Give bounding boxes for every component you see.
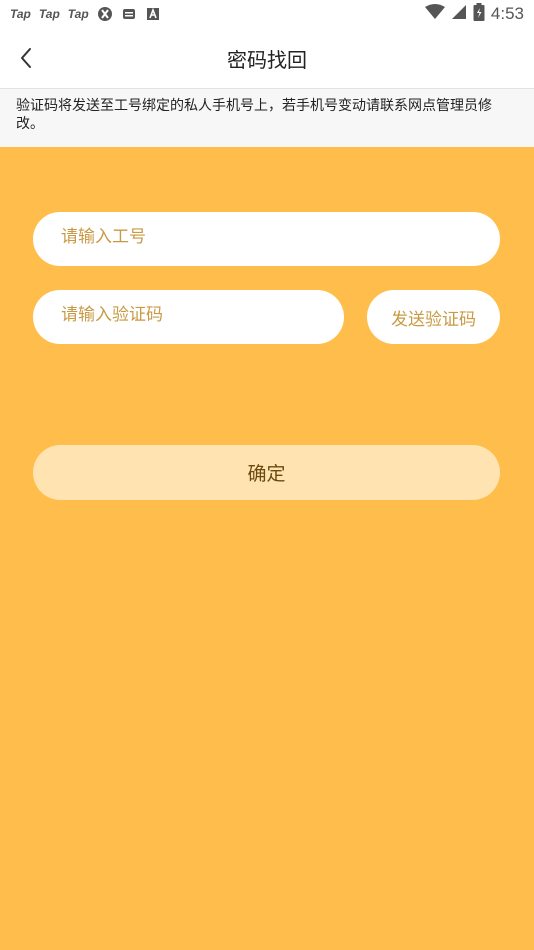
back-button[interactable] <box>12 42 40 74</box>
send-code-button[interactable]: 发送验证码 <box>367 290 500 344</box>
workid-input[interactable] <box>33 212 500 266</box>
status-right: 4:53 <box>424 3 524 25</box>
clock: 4:53 <box>490 4 524 23</box>
tap-app-icon: Tap <box>10 7 31 21</box>
mail-icon <box>121 6 137 22</box>
wifi-icon <box>424 4 445 24</box>
tap-app-icon: Tap <box>38 7 60 21</box>
battery-icon <box>473 3 485 25</box>
tap-app-icon: Tap <box>67 7 89 21</box>
confirm-button[interactable]: 确定 <box>33 445 500 500</box>
app-icon <box>97 6 113 22</box>
page-title: 密码找回 <box>227 47 307 72</box>
status-left: Tap Tap Tap <box>10 6 161 22</box>
verification-code-input[interactable] <box>33 290 344 344</box>
signal-icon <box>451 4 467 24</box>
a-icon <box>145 6 161 22</box>
nav-bar: 密码找回 <box>0 28 534 88</box>
status-bar: Tap Tap Tap 4:53 <box>0 0 534 28</box>
code-field-container <box>33 290 344 344</box>
workid-field-container <box>33 212 500 266</box>
chevron-left-icon <box>21 48 31 68</box>
notice-text: 验证码将发送至工号绑定的私人手机号上，若手机号变动请联系网点管理员修改。 <box>0 88 534 147</box>
